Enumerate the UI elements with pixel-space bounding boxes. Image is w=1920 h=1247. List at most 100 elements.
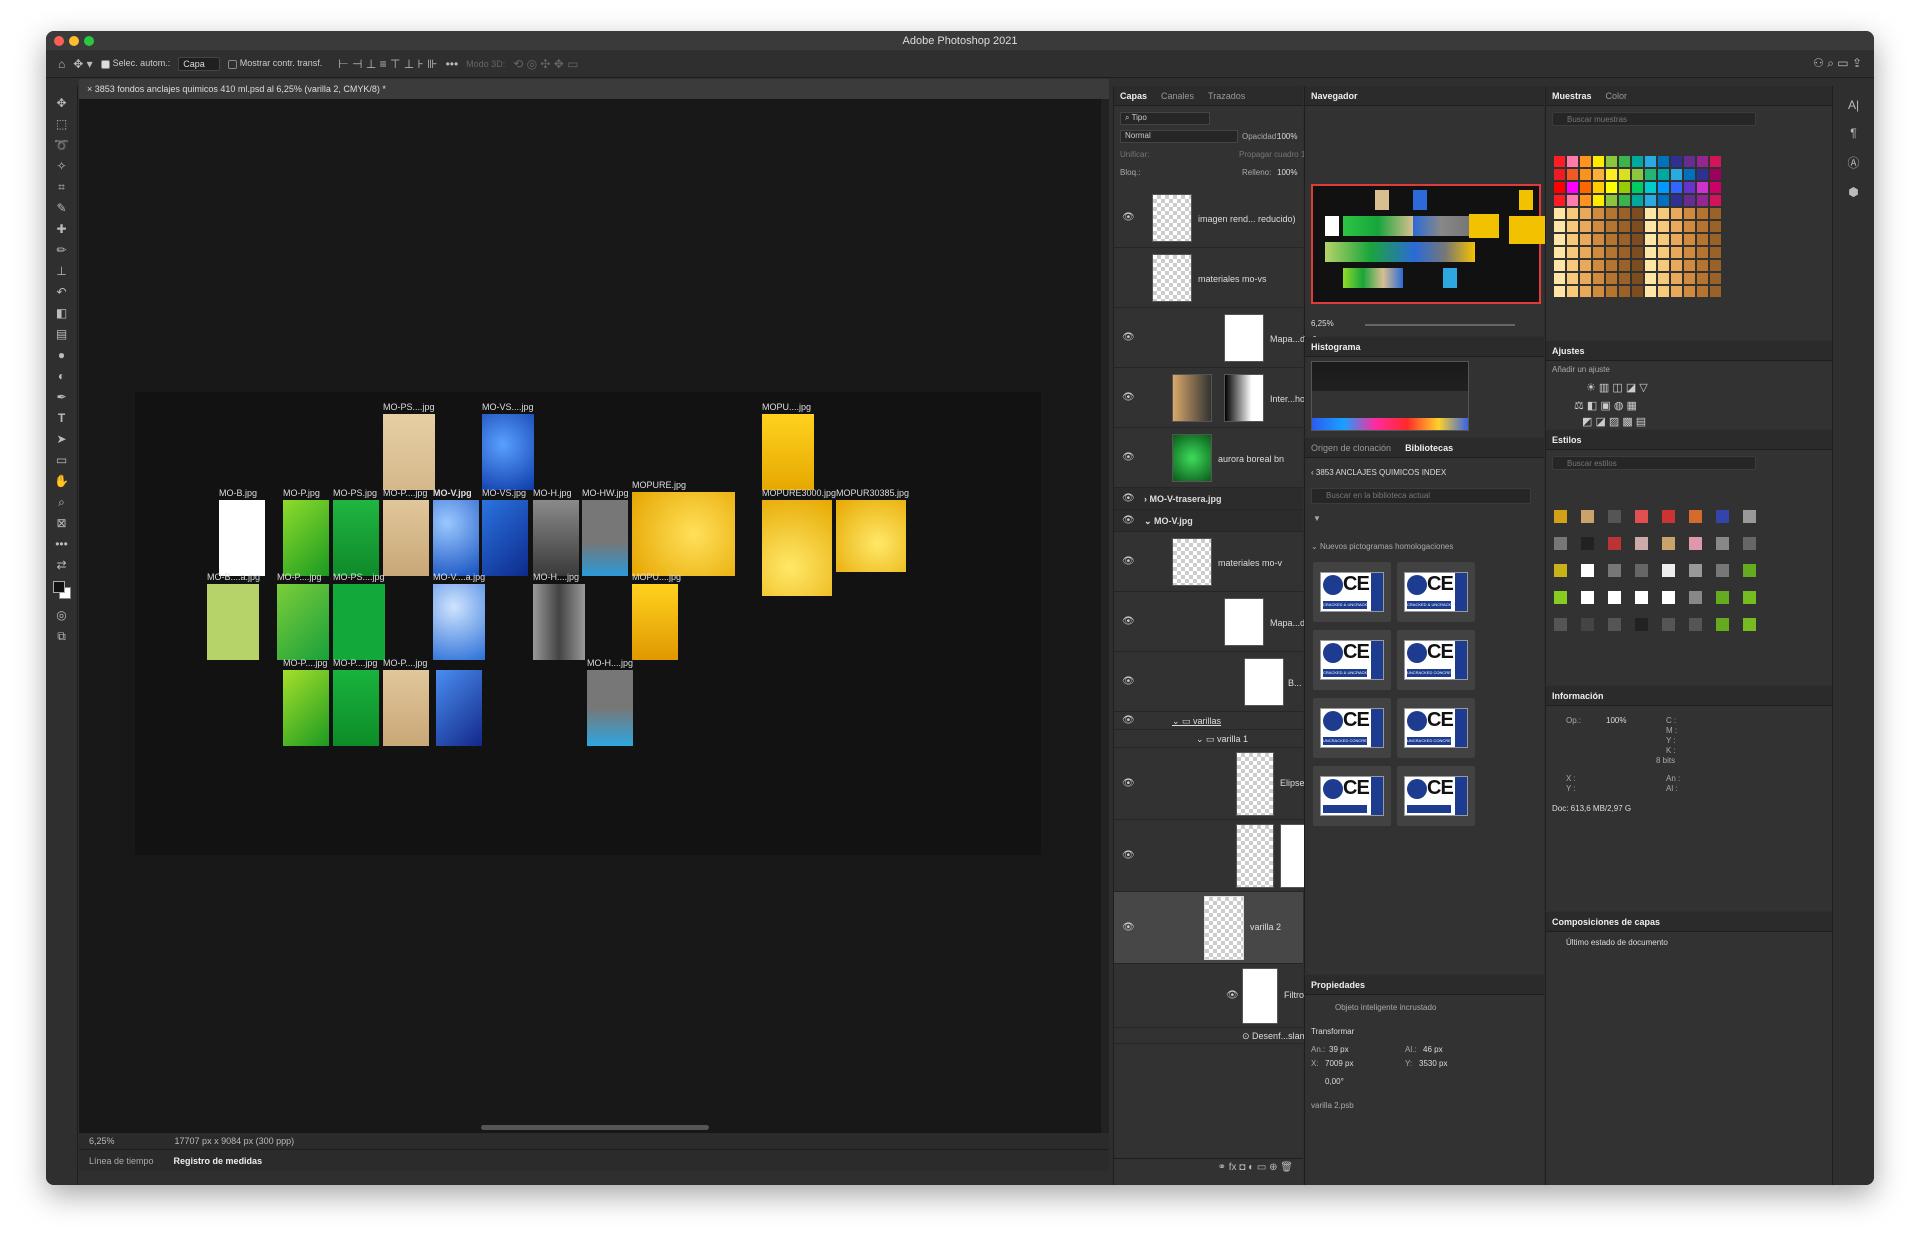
opacity-value[interactable]: 100% xyxy=(1277,132,1297,141)
tab-channels[interactable]: Canales xyxy=(1161,91,1194,101)
swatch[interactable] xyxy=(1684,286,1695,297)
style-swatch[interactable] xyxy=(1716,537,1729,550)
library-item-ce-pictogram[interactable]: CE CRACKED & UNCRACKED CONCRETE xyxy=(1397,562,1475,622)
swatch[interactable] xyxy=(1606,182,1617,193)
swatch[interactable] xyxy=(1619,247,1630,258)
style-swatch[interactable] xyxy=(1662,618,1675,631)
swatch[interactable] xyxy=(1567,260,1578,271)
library-search-input[interactable]: Buscar en la biblioteca actual xyxy=(1311,488,1531,504)
style-swatch[interactable] xyxy=(1554,618,1567,631)
swatch[interactable] xyxy=(1567,156,1578,167)
swatch[interactable] xyxy=(1684,221,1695,232)
adjustment-icons-2[interactable]: ⚖ ◧ ▣ ◍ ▦ xyxy=(1574,399,1637,412)
style-swatch[interactable] xyxy=(1581,537,1594,550)
style-swatch[interactable] xyxy=(1635,510,1648,523)
swatch[interactable] xyxy=(1710,247,1721,258)
eye-icon[interactable]: 👁 xyxy=(1122,332,1135,343)
library-item-ce-pictogram[interactable]: CE UNCRACKED CONCRETE xyxy=(1397,630,1475,690)
style-swatch[interactable] xyxy=(1743,510,1756,523)
style-swatch[interactable] xyxy=(1662,537,1675,550)
swatch[interactable] xyxy=(1619,260,1630,271)
swatch[interactable] xyxy=(1567,286,1578,297)
swatch[interactable] xyxy=(1671,247,1682,258)
style-swatch[interactable] xyxy=(1689,510,1702,523)
style-swatch[interactable] xyxy=(1581,510,1594,523)
swatch[interactable] xyxy=(1632,234,1643,245)
style-swatch[interactable] xyxy=(1743,564,1756,577)
swatch[interactable] xyxy=(1606,195,1617,206)
fill-value[interactable]: 100% xyxy=(1277,168,1297,177)
zoom-window-button[interactable] xyxy=(84,36,94,46)
tab-paths[interactable]: Trazados xyxy=(1208,91,1245,101)
style-swatch[interactable] xyxy=(1608,537,1621,550)
styles-search-input[interactable]: Buscar estilos xyxy=(1552,456,1756,470)
swatch[interactable] xyxy=(1671,260,1682,271)
tab-layers[interactable]: Capas xyxy=(1120,91,1147,101)
eye-icon[interactable]: 👁 xyxy=(1122,778,1135,789)
swatch[interactable] xyxy=(1671,286,1682,297)
show-transform-checkbox[interactable]: Mostrar contr. transf. xyxy=(227,58,322,69)
swatch[interactable] xyxy=(1658,273,1669,284)
pen-tool-icon[interactable]: ✒ xyxy=(56,390,66,404)
swatches-search-input[interactable]: Buscar muestras xyxy=(1552,112,1756,126)
swatch[interactable] xyxy=(1710,169,1721,180)
swatch[interactable] xyxy=(1619,234,1630,245)
gradient-icon[interactable]: ▤ xyxy=(56,327,67,341)
swatch[interactable] xyxy=(1645,260,1656,271)
swatch[interactable] xyxy=(1632,260,1643,271)
swatch[interactable] xyxy=(1593,234,1604,245)
width-input[interactable]: 39 px xyxy=(1329,1045,1349,1054)
swatch[interactable] xyxy=(1710,286,1721,297)
style-swatch[interactable] xyxy=(1743,537,1756,550)
quick-mask-icon[interactable]: ◎ xyxy=(56,608,66,622)
swatch[interactable] xyxy=(1632,169,1643,180)
swatch[interactable] xyxy=(1606,156,1617,167)
adjustment-icons[interactable]: ☀ ▥ ◫ ◪ ▽ xyxy=(1586,381,1648,394)
swatch[interactable] xyxy=(1684,182,1695,193)
swatch[interactable] xyxy=(1645,247,1656,258)
crop-tool-icon[interactable]: ⌗ xyxy=(58,180,65,194)
swatch[interactable] xyxy=(1645,169,1656,180)
swatch[interactable] xyxy=(1554,182,1565,193)
smart-filter-item[interactable]: ⊙ Desenf...slano xyxy=(1114,1028,1310,1044)
lasso-tool-icon[interactable]: ➰ xyxy=(54,138,69,152)
vertical-scrollbar[interactable] xyxy=(1101,99,1109,1133)
swatch[interactable] xyxy=(1606,169,1617,180)
eye-icon[interactable]: 👁 xyxy=(1122,922,1135,933)
tab-swatches[interactable]: Muestras xyxy=(1552,91,1592,101)
swatch[interactable] xyxy=(1580,221,1591,232)
swap-colors-icon[interactable]: ⇄ xyxy=(56,558,66,572)
swatch[interactable] xyxy=(1606,286,1617,297)
eye-icon[interactable]: 👁 xyxy=(1122,850,1135,861)
blend-mode-dropdown[interactable]: Normal xyxy=(1120,130,1238,143)
swatch[interactable] xyxy=(1658,195,1669,206)
swatch[interactable] xyxy=(1580,273,1591,284)
swatch[interactable] xyxy=(1554,234,1565,245)
swatch[interactable] xyxy=(1710,260,1721,271)
swatch[interactable] xyxy=(1658,286,1669,297)
swatch[interactable] xyxy=(1684,208,1695,219)
character-icon[interactable]: A| xyxy=(1848,98,1859,112)
layer-row[interactable]: 👁 xyxy=(1114,820,1318,892)
swatch[interactable] xyxy=(1658,260,1669,271)
swatch[interactable] xyxy=(1554,286,1565,297)
style-swatch[interactable] xyxy=(1716,591,1729,604)
style-swatch[interactable] xyxy=(1689,591,1702,604)
eye-icon[interactable]: 👁 xyxy=(1122,392,1135,403)
auto-select-checkbox[interactable]: Selec. autom.: xyxy=(100,58,170,69)
swatch[interactable] xyxy=(1593,208,1604,219)
swatch[interactable] xyxy=(1658,234,1669,245)
swatch[interactable] xyxy=(1697,234,1708,245)
style-swatch[interactable] xyxy=(1608,510,1621,523)
foreground-background-colors[interactable] xyxy=(51,579,73,601)
more-icon[interactable]: ••• xyxy=(446,57,459,71)
swatch[interactable] xyxy=(1580,234,1591,245)
auto-select-dropdown[interactable]: Capa xyxy=(178,56,220,71)
swatch[interactable] xyxy=(1710,182,1721,193)
swatch[interactable] xyxy=(1554,221,1565,232)
style-swatch[interactable] xyxy=(1608,618,1621,631)
swatch[interactable] xyxy=(1658,182,1669,193)
swatch[interactable] xyxy=(1580,247,1591,258)
style-swatch[interactable] xyxy=(1716,564,1729,577)
more-tools-icon[interactable]: ••• xyxy=(55,537,68,551)
